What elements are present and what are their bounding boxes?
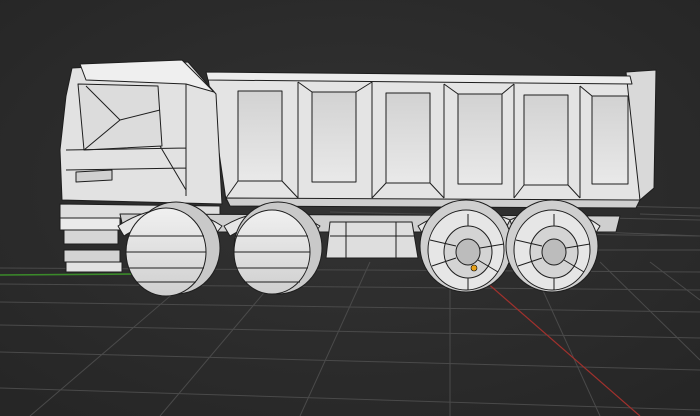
3d-viewport[interactable]	[0, 0, 700, 416]
wheel-front-2	[233, 201, 323, 295]
origin-marker	[470, 264, 478, 272]
y-axis-line	[0, 273, 141, 276]
dump-bed	[205, 69, 657, 209]
wheel-rear-2	[505, 199, 599, 293]
viewport-canvas[interactable]	[0, 0, 700, 416]
wheel-rear-1	[419, 199, 513, 293]
